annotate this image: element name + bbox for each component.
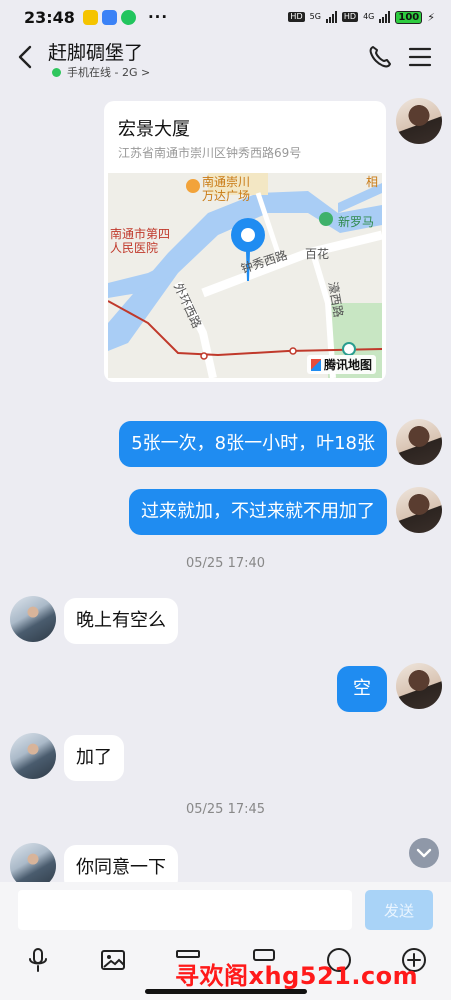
message-bubble-in[interactable]: 晚上有空么	[64, 598, 178, 644]
browser-notification-icon	[101, 9, 117, 25]
tencent-map-icon	[310, 358, 321, 371]
network-5g-label: 5G	[309, 12, 321, 21]
map-label-hospital-line2: 人民医院	[110, 241, 159, 255]
network-4g-label: 4G	[363, 12, 375, 21]
scroll-to-bottom-button[interactable]	[409, 838, 439, 868]
self-avatar[interactable]	[396, 487, 442, 533]
status-right: HD 5G HD 4G 100 ⚡	[288, 10, 435, 24]
friend-avatar[interactable]	[10, 733, 56, 779]
image-icon[interactable]	[99, 946, 127, 974]
message-bubble-out[interactable]: 5张一次，8张一小时，叶18张	[119, 421, 387, 467]
location-map[interactable]: 南通崇川 万达广场 南通市第四 人民医院 新罗马 相 钟秀西路 百花 外环西路 …	[108, 173, 382, 378]
status-bar: 23:48 ··· HD 5G HD 4G 100 ⚡	[0, 0, 451, 34]
online-status[interactable]: 手机在线 - 2G >	[52, 64, 150, 80]
home-indicator[interactable]	[145, 989, 307, 994]
menu-icon[interactable]	[407, 44, 433, 70]
contact-name[interactable]: 赶脚碉堡了	[48, 38, 143, 65]
message-input[interactable]	[18, 890, 352, 930]
map-label-road-baihua: 百花	[305, 247, 330, 261]
map-provider-label: 腾讯地图	[323, 358, 372, 372]
hd-badge-2: HD	[341, 12, 359, 22]
map-label-plaza: 南通崇川 万达广场	[202, 175, 251, 203]
message-timestamp: 05/25 17:40	[185, 556, 266, 571]
signal-icon	[325, 11, 337, 23]
status-more-icon: ···	[147, 8, 169, 26]
location-name: 宏景大厦	[118, 119, 190, 140]
hd-badge: HD	[288, 12, 305, 22]
self-avatar[interactable]	[396, 419, 442, 465]
charging-icon: ⚡	[427, 10, 435, 24]
online-status-label: 手机在线 - 2G >	[67, 66, 151, 79]
signal-icon-2	[379, 11, 391, 23]
friend-avatar[interactable]	[10, 596, 56, 642]
location-card[interactable]: 宏景大厦 江苏省南通市崇川区钟秀西路69号 南通崇川 万达广场 南通市第四 人民…	[104, 101, 386, 382]
map-provider-badge: 腾讯地图	[306, 355, 376, 374]
battery-icon: 100	[395, 10, 423, 24]
microphone-icon[interactable]	[24, 946, 52, 974]
app-notification-icon	[82, 9, 98, 25]
message-timestamp: 05/25 17:45	[185, 802, 266, 817]
message-bubble-in[interactable]: 加了	[64, 735, 124, 781]
wechat-notification-icon	[120, 9, 136, 25]
self-avatar[interactable]	[396, 98, 442, 144]
chevron-down-icon	[416, 848, 432, 858]
status-app-icons	[82, 9, 136, 25]
message-bubble-out[interactable]: 空	[337, 666, 387, 712]
self-avatar[interactable]	[396, 663, 442, 709]
phone-icon[interactable]	[367, 44, 393, 70]
message-bubble-out[interactable]: 过来就加，不过来就不用加了	[129, 489, 387, 535]
back-icon[interactable]	[14, 42, 38, 72]
chat-header: 赶脚碉堡了 手机在线 - 2G >	[0, 34, 451, 84]
send-button[interactable]: 发送	[365, 890, 433, 930]
map-label-xinluoma: 新罗马	[338, 215, 375, 229]
map-label-top-right: 相	[366, 175, 379, 189]
status-time: 23:48	[24, 7, 75, 27]
watermark-text: 寻欢阁xhg521.com	[175, 962, 419, 990]
location-address: 江苏省南通市崇川区钟秀西路69号	[118, 146, 302, 160]
online-dot-icon	[52, 67, 61, 77]
